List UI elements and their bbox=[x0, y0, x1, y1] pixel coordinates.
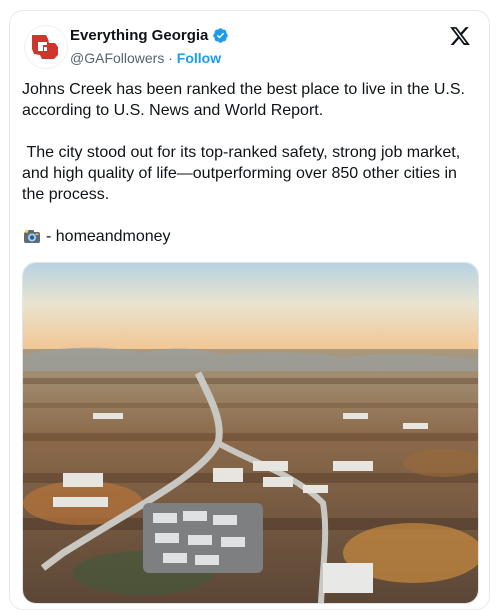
author-handle-row: @GAFollowers · Follow bbox=[70, 50, 221, 66]
follow-button[interactable]: Follow bbox=[177, 50, 221, 66]
separator-dot: · bbox=[168, 50, 173, 66]
author-display-name[interactable]: Everything Georgia bbox=[70, 27, 208, 44]
photo-credit-text: - homeandmoney bbox=[46, 228, 171, 245]
author-avatar[interactable] bbox=[24, 25, 68, 69]
verified-badge-icon bbox=[213, 28, 229, 43]
aerial-city-photo bbox=[23, 263, 478, 603]
post-photo[interactable] bbox=[22, 262, 479, 604]
post-paragraph-1: Johns Creek has been ranked the best pla… bbox=[22, 81, 465, 119]
georgia-state-logo-icon bbox=[32, 35, 58, 59]
author-handle[interactable]: @GAFollowers bbox=[70, 50, 164, 66]
post-header: Everything Georgia @GAFollowers · Follow bbox=[10, 11, 489, 81]
photo-credit: - homeandmoney bbox=[22, 226, 482, 247]
camera-emoji-icon bbox=[24, 229, 40, 243]
post-paragraph-2-text: The city stood out for its top-ranked sa… bbox=[22, 144, 461, 203]
post-card[interactable]: Everything Georgia @GAFollowers · Follow… bbox=[9, 10, 490, 610]
post-paragraph-2: The city stood out for its top-ranked sa… bbox=[22, 142, 482, 205]
post-text: Johns Creek has been ranked the best pla… bbox=[22, 79, 482, 247]
x-logo-icon[interactable] bbox=[449, 25, 471, 47]
author-name-row: Everything Georgia bbox=[70, 27, 229, 44]
